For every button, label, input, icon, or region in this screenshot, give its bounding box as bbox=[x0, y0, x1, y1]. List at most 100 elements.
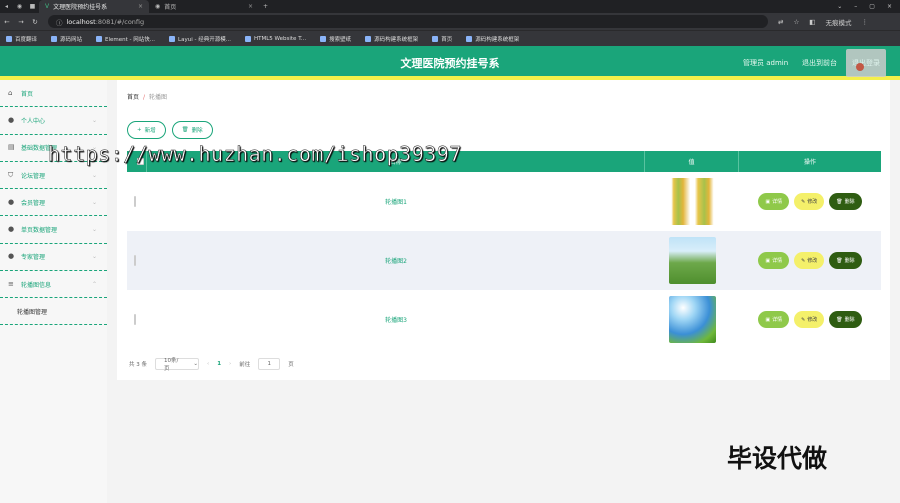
user-icon: ● bbox=[8, 197, 15, 206]
sidebar-subitem-label: 轮播图管理 bbox=[17, 308, 48, 316]
column-header-actions: 操作 bbox=[803, 159, 816, 166]
goto-page-input[interactable]: 1 bbox=[258, 358, 281, 370]
window-icon[interactable]: ◉ bbox=[13, 3, 26, 10]
tab-second[interactable]: ◉ 首页 × bbox=[149, 0, 259, 13]
sidebar-item-experts[interactable]: ● 专家管理 ⌄ bbox=[0, 244, 107, 272]
tab-active[interactable]: V 文理医院预约挂号系 × bbox=[39, 0, 149, 13]
browser-tabbar: ◂ ◉ ■ V 文理医院预约挂号系 × ◉ 首页 × + ⌄ – ▢ × bbox=[0, 0, 900, 13]
url-input[interactable]: ⓘ localhost:8081/#/config bbox=[48, 15, 768, 28]
row-image-cell bbox=[645, 296, 739, 343]
total-count: 共 3 条 bbox=[129, 362, 147, 368]
edit-button[interactable]: ✎ 修改 bbox=[794, 252, 825, 269]
table-row: 轮播图2 ▣ 详情 ✎ 修改 🗑 删除 bbox=[127, 231, 881, 290]
home-icon: ⌂ bbox=[8, 88, 13, 97]
detail-button[interactable]: ▣ 详情 bbox=[758, 193, 790, 210]
logout-button[interactable]: 退出登录 bbox=[846, 49, 886, 77]
row-checkbox[interactable] bbox=[134, 196, 136, 207]
reload-icon[interactable]: ↻ bbox=[28, 18, 42, 26]
carousel-image-thumbnail[interactable] bbox=[668, 296, 716, 343]
current-user: 管理员 admin bbox=[743, 59, 789, 67]
bookmark-item[interactable]: HTML5 Website T... bbox=[244, 35, 306, 42]
edit-button[interactable]: ✎ 修改 bbox=[794, 193, 825, 210]
delete-button[interactable]: 🗑 删除 bbox=[829, 193, 862, 210]
chevron-down-icon: ⌄ bbox=[91, 198, 97, 206]
incognito-label[interactable]: 无痕模式 bbox=[825, 17, 851, 27]
chevron-down-icon: ⌄ bbox=[91, 253, 97, 261]
detail-button[interactable]: ▣ 详情 bbox=[758, 252, 790, 269]
bookmark-icon bbox=[365, 35, 372, 42]
bookmark-item[interactable]: Layui - 经典开源模... bbox=[169, 35, 231, 43]
tab-list-icon[interactable]: ■ bbox=[26, 3, 39, 10]
detail-button[interactable]: ▣ 详情 bbox=[758, 311, 790, 328]
sidebar-item-label: 轮播图信息 bbox=[21, 281, 52, 289]
detail-icon: ▣ bbox=[765, 198, 771, 205]
bookmark-item[interactable]: 源码构建系统框架 bbox=[466, 35, 519, 43]
vue-icon: V bbox=[45, 3, 50, 10]
batch-delete-button[interactable]: 🗑 删除 bbox=[171, 121, 213, 139]
delete-button[interactable]: 🗑 删除 bbox=[829, 311, 862, 328]
forward-icon[interactable]: → bbox=[14, 18, 28, 26]
back-icon[interactable]: ← bbox=[0, 18, 14, 26]
row-actions: ▣ 详情 ✎ 修改 🗑 删除 bbox=[739, 311, 881, 328]
carousel-image-thumbnail[interactable] bbox=[668, 178, 716, 225]
sidebar-item-label: 会员管理 bbox=[21, 199, 46, 207]
star-icon[interactable]: ☆ bbox=[793, 18, 799, 26]
trash-icon: 🗑 bbox=[181, 127, 189, 133]
sidebar-item-carousel[interactable]: ≡ 轮播图信息 ⌃ bbox=[0, 271, 107, 299]
row-checkbox[interactable] bbox=[134, 255, 136, 266]
close-icon[interactable]: × bbox=[138, 3, 143, 10]
add-button[interactable]: + 新增 bbox=[127, 121, 166, 139]
app-header: 文理医院预约挂号系 管理员 admin 退出到前台 退出登录 bbox=[0, 46, 900, 80]
prev-page-icon[interactable]: ‹ bbox=[207, 361, 209, 367]
sidebar-item-single-page[interactable]: ● 单页数据管理 ⌄ bbox=[0, 216, 107, 244]
sidebar-item-members[interactable]: ● 会员管理 ⌄ bbox=[0, 189, 107, 217]
row-name: 轮播图1 bbox=[385, 199, 407, 206]
breadcrumb-separator: / bbox=[143, 94, 146, 101]
sidebar-item-home[interactable]: ⌂ 首页 bbox=[0, 80, 107, 108]
bookmark-item[interactable]: 百度翻译 bbox=[6, 35, 37, 43]
table-row: 轮播图3 ▣ 详情 ✎ 修改 🗑 删除 bbox=[127, 290, 881, 349]
current-page[interactable]: 1 bbox=[217, 361, 221, 367]
row-select-cell bbox=[127, 196, 147, 207]
bookmark-icon bbox=[96, 35, 103, 42]
exit-to-frontend-link[interactable]: 退出到前台 bbox=[802, 58, 837, 68]
row-checkbox[interactable] bbox=[134, 314, 136, 325]
minimize-icon[interactable]: – bbox=[854, 3, 857, 10]
more-icon[interactable]: ⋮ bbox=[861, 18, 868, 26]
bookmark-item[interactable]: Element - 网站快... bbox=[96, 35, 155, 43]
bookmark-item[interactable]: 源码构建系统框架 bbox=[365, 35, 418, 43]
bookmarks-bar: 百度翻译 源码网站 Element - 网站快... Layui - 经典开源模… bbox=[0, 30, 900, 46]
column-header-value: 值 bbox=[645, 151, 739, 172]
extension-icon[interactable]: ◧ bbox=[809, 18, 815, 26]
breadcrumb-home[interactable]: 首页 bbox=[127, 94, 139, 101]
translate-icon[interactable]: ⇄ bbox=[778, 18, 783, 26]
info-icon: ⓘ bbox=[56, 18, 63, 27]
breadcrumb: 首页 / 轮播图 bbox=[127, 92, 167, 101]
page-size-select[interactable]: 10条/页 ⌄ bbox=[155, 358, 199, 372]
maximize-icon[interactable]: ▢ bbox=[869, 3, 875, 10]
edit-icon: ✎ bbox=[801, 198, 806, 205]
bookmark-item[interactable]: 搜索壁纸 bbox=[320, 35, 351, 43]
delete-button[interactable]: 🗑 删除 bbox=[829, 252, 862, 269]
sidebar-item-label: 首页 bbox=[21, 90, 34, 98]
delete-button-label: 删除 bbox=[191, 128, 203, 134]
close-window-icon[interactable]: × bbox=[887, 3, 892, 10]
chevron-down-icon: ⌄ bbox=[91, 116, 97, 124]
carousel-image-thumbnail[interactable] bbox=[668, 237, 716, 284]
sidebar-item-profile[interactable]: ● 个人中心 ⌄ bbox=[0, 107, 107, 135]
edit-icon: ✎ bbox=[801, 257, 806, 264]
edit-button[interactable]: ✎ 修改 bbox=[794, 311, 825, 328]
chevron-down-icon[interactable]: ⌄ bbox=[837, 3, 842, 10]
bookmark-item[interactable]: 首页 bbox=[432, 35, 452, 43]
next-page-icon[interactable]: › bbox=[229, 361, 231, 367]
close-icon[interactable]: × bbox=[248, 3, 253, 10]
tab-menu-icon[interactable]: ◂ bbox=[0, 3, 13, 10]
sidebar-subitem-carousel-manage[interactable]: 轮播图管理 bbox=[0, 298, 107, 326]
list-icon: ≡ bbox=[8, 279, 14, 288]
bookmark-icon bbox=[320, 35, 327, 42]
new-tab-icon[interactable]: + bbox=[259, 3, 272, 10]
bookmark-item[interactable]: 源码网站 bbox=[51, 35, 82, 43]
overlay-stamp: 毕设代做 bbox=[727, 444, 828, 473]
row-name: 轮播图3 bbox=[385, 317, 407, 324]
row-image-cell bbox=[645, 237, 739, 284]
